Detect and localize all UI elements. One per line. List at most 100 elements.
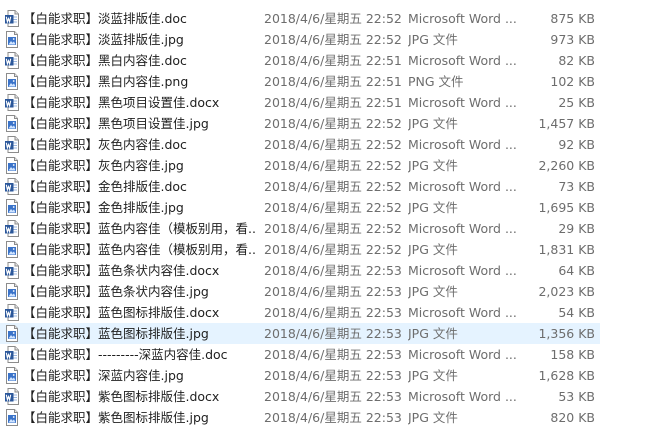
file-type: JPG 文件: [408, 116, 458, 131]
file-row[interactable]: 【白能求职】黑色项目设置佳.jpg 2018/4/6/星期五 22:52 JPG…: [0, 113, 600, 134]
file-type: JPG 文件: [408, 326, 458, 341]
file-type: Microsoft Word ...: [408, 179, 517, 194]
file-size: 875 KB: [550, 11, 595, 26]
file-date-modified: 2018/4/6/星期五 22:53: [264, 347, 402, 362]
word-doc-icon: [5, 94, 19, 111]
file-row[interactable]: 【白能求职】紫色图标排版佳.docx 2018/4/6/星期五 22:53 Mi…: [0, 386, 600, 407]
file-size: 53 KB: [558, 389, 595, 404]
file-type: Microsoft Word ...: [408, 263, 517, 278]
file-date-modified: 2018/4/6/星期五 22:51: [264, 74, 402, 89]
file-row[interactable]: 【白能求职】紫色图标排版佳.jpg 2018/4/6/星期五 22:53 JPG…: [0, 407, 600, 428]
file-name: 【白能求职】蓝色内容佳（模板别用，看...: [23, 242, 257, 257]
file-name: 【白能求职】黑色项目设置佳.docx: [23, 95, 220, 110]
file-size: 158 KB: [550, 347, 595, 362]
file-row[interactable]: 【白能求职】金色排版佳.jpg 2018/4/6/星期五 22:52 JPG 文…: [0, 197, 600, 218]
file-type: JPG 文件: [408, 200, 458, 215]
file-row[interactable]: 【白能求职】灰色内容佳.doc 2018/4/6/星期五 22:52 Micro…: [0, 134, 600, 155]
file-type: JPG 文件: [408, 242, 458, 257]
file-row[interactable]: 【白能求职】蓝色图标排版佳.jpg 2018/4/6/星期五 22:53 JPG…: [0, 323, 600, 344]
file-date-modified: 2018/4/6/星期五 22:53: [264, 284, 402, 299]
file-row[interactable]: 【白能求职】蓝色内容佳（模板别用，看... 2018/4/6/星期五 22:52…: [0, 239, 600, 260]
file-row[interactable]: 【白能求职】黑色项目设置佳.docx 2018/4/6/星期五 22:51 Mi…: [0, 92, 600, 113]
word-doc-icon: [5, 10, 19, 27]
file-type: JPG 文件: [408, 158, 458, 173]
file-date-modified: 2018/4/6/星期五 22:52: [264, 116, 402, 131]
file-size: 820 KB: [550, 410, 595, 425]
file-name: 【白能求职】蓝色内容佳（模板别用，看...: [23, 221, 257, 236]
file-date-modified: 2018/4/6/星期五 22:53: [264, 410, 402, 425]
word-doc-icon: [5, 136, 19, 153]
file-type: Microsoft Word ...: [408, 95, 517, 110]
image-file-icon: [5, 31, 19, 48]
image-file-icon: [5, 115, 19, 132]
file-name: 【白能求职】深蓝内容佳.jpg: [23, 368, 184, 383]
file-type: JPG 文件: [408, 410, 458, 425]
file-size: 1,356 KB: [538, 326, 595, 341]
file-type: Microsoft Word ...: [408, 347, 517, 362]
file-date-modified: 2018/4/6/星期五 22:52: [264, 137, 402, 152]
file-type: Microsoft Word ...: [408, 53, 517, 68]
file-size: 1,457 KB: [538, 116, 595, 131]
file-type: Microsoft Word ...: [408, 11, 517, 26]
file-name: 【白能求职】蓝色图标排版佳.docx: [23, 305, 220, 320]
file-row[interactable]: 【白能求职】---------深蓝内容佳.doc 2018/4/6/星期五 22…: [0, 344, 600, 365]
file-row[interactable]: 【白能求职】淡蓝排版佳.doc 2018/4/6/星期五 22:52 Micro…: [0, 8, 600, 29]
file-date-modified: 2018/4/6/星期五 22:53: [264, 263, 402, 278]
image-file-icon: [5, 199, 19, 216]
file-size: 2,023 KB: [538, 284, 595, 299]
file-date-modified: 2018/4/6/星期五 22:51: [264, 95, 402, 110]
file-name: 【白能求职】紫色图标排版佳.jpg: [23, 410, 209, 425]
image-file-icon: [5, 325, 19, 342]
file-name: 【白能求职】黑白内容佳.png: [23, 74, 189, 89]
file-size: 64 KB: [558, 263, 595, 278]
file-date-modified: 2018/4/6/星期五 22:53: [264, 305, 402, 320]
file-size: 92 KB: [558, 137, 595, 152]
file-name: 【白能求职】灰色内容佳.doc: [23, 137, 187, 152]
file-date-modified: 2018/4/6/星期五 22:52: [264, 221, 402, 236]
file-size: 29 KB: [558, 221, 595, 236]
file-row[interactable]: 【白能求职】黑白内容佳.doc 2018/4/6/星期五 22:51 Micro…: [0, 50, 600, 71]
file-size: 82 KB: [558, 53, 595, 68]
file-name: 【白能求职】蓝色图标排版佳.jpg: [23, 326, 209, 341]
image-file-icon: [5, 241, 19, 258]
file-row[interactable]: 【白能求职】灰色内容佳.jpg 2018/4/6/星期五 22:52 JPG 文…: [0, 155, 600, 176]
file-size: 1,695 KB: [538, 200, 595, 215]
file-type: PNG 文件: [408, 74, 464, 89]
file-name: 【白能求职】灰色内容佳.jpg: [23, 158, 184, 173]
file-type: Microsoft Word ...: [408, 305, 517, 320]
file-size: 54 KB: [558, 305, 595, 320]
file-list: 【白能求职】淡蓝排版佳.doc 2018/4/6/星期五 22:52 Micro…: [0, 8, 649, 428]
file-name: 【白能求职】蓝色条状内容佳.docx: [23, 263, 220, 278]
file-row[interactable]: 【白能求职】黑白内容佳.png 2018/4/6/星期五 22:51 PNG 文…: [0, 71, 600, 92]
image-file-icon: [5, 73, 19, 90]
file-date-modified: 2018/4/6/星期五 22:53: [264, 326, 402, 341]
file-row[interactable]: 【白能求职】淡蓝排版佳.jpg 2018/4/6/星期五 22:52 JPG 文…: [0, 29, 600, 50]
word-doc-icon: [5, 178, 19, 195]
image-file-icon: [5, 367, 19, 384]
file-date-modified: 2018/4/6/星期五 22:52: [264, 242, 402, 257]
word-doc-icon: [5, 262, 19, 279]
file-row[interactable]: 【白能求职】深蓝内容佳.jpg 2018/4/6/星期五 22:53 JPG 文…: [0, 365, 600, 386]
word-doc-icon: [5, 52, 19, 69]
file-date-modified: 2018/4/6/星期五 22:52: [264, 179, 402, 194]
file-date-modified: 2018/4/6/星期五 22:52: [264, 11, 402, 26]
file-date-modified: 2018/4/6/星期五 22:52: [264, 32, 402, 47]
file-name: 【白能求职】---------深蓝内容佳.doc: [23, 347, 228, 362]
file-row[interactable]: 【白能求职】金色排版佳.doc 2018/4/6/星期五 22:52 Micro…: [0, 176, 600, 197]
file-name: 【白能求职】黑色项目设置佳.jpg: [23, 116, 209, 131]
file-name: 【白能求职】蓝色条状内容佳.jpg: [23, 284, 209, 299]
file-date-modified: 2018/4/6/星期五 22:52: [264, 158, 402, 173]
file-type: JPG 文件: [408, 32, 458, 47]
file-row[interactable]: 【白能求职】蓝色图标排版佳.docx 2018/4/6/星期五 22:53 Mi…: [0, 302, 600, 323]
file-row[interactable]: 【白能求职】蓝色条状内容佳.jpg 2018/4/6/星期五 22:53 JPG…: [0, 281, 600, 302]
file-row[interactable]: 【白能求职】蓝色条状内容佳.docx 2018/4/6/星期五 22:53 Mi…: [0, 260, 600, 281]
file-name: 【白能求职】淡蓝排版佳.doc: [23, 11, 187, 26]
file-row[interactable]: 【白能求职】蓝色内容佳（模板别用，看... 2018/4/6/星期五 22:52…: [0, 218, 600, 239]
file-size: 973 KB: [550, 32, 595, 47]
image-file-icon: [5, 157, 19, 174]
file-date-modified: 2018/4/6/星期五 22:51: [264, 53, 402, 68]
file-name: 【白能求职】淡蓝排版佳.jpg: [23, 32, 184, 47]
word-doc-icon: [5, 346, 19, 363]
file-name: 【白能求职】金色排版佳.doc: [23, 179, 187, 194]
file-name: 【白能求职】紫色图标排版佳.docx: [23, 389, 220, 404]
